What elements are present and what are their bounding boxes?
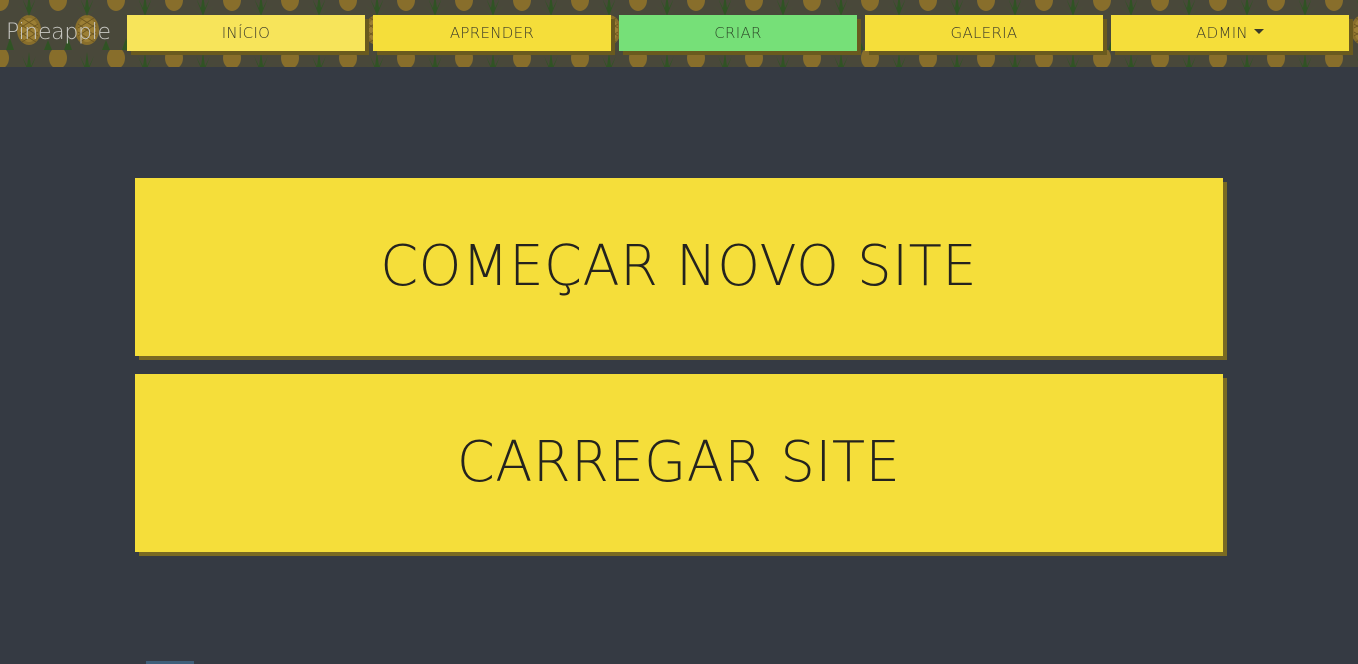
load-site-label: CARREGAR SITE xyxy=(457,430,901,495)
nav-item-admin-label: ADMIN xyxy=(1196,24,1248,42)
nav-item-admin[interactable]: ADMIN xyxy=(1111,15,1349,51)
nav-item-criar[interactable]: CRIAR xyxy=(619,15,857,51)
start-new-site-button[interactable]: COMEÇAR NOVO SITE xyxy=(135,178,1223,356)
top-navbar: Pineapple INÍCIO APRENDER CRIAR GALERIA … xyxy=(0,0,1358,67)
start-new-site-label: COMEÇAR NOVO SITE xyxy=(380,234,978,299)
nav-item-galeria[interactable]: GALERIA xyxy=(865,15,1103,51)
caret-down-icon xyxy=(1253,29,1264,34)
nav-item-aprender[interactable]: APRENDER xyxy=(373,15,611,51)
load-site-button[interactable]: CARREGAR SITE xyxy=(135,374,1223,552)
brand-logo-text[interactable]: Pineapple xyxy=(6,18,111,48)
nav-item-inicio[interactable]: INÍCIO xyxy=(127,15,365,51)
